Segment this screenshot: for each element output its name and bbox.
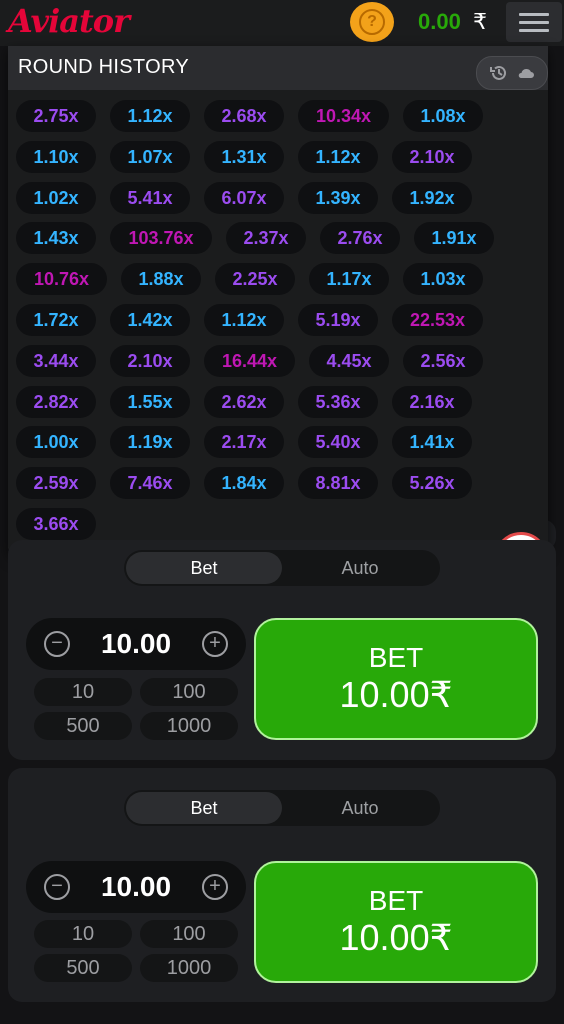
quick-amount-100[interactable]: 100	[140, 920, 238, 948]
bet-button-label: BET	[368, 885, 424, 916]
multiplier-chip[interactable]: 1.31x	[204, 141, 284, 173]
bet-mode-tabs: Bet Auto	[124, 790, 440, 826]
increase-button[interactable]: +	[202, 874, 228, 900]
multiplier-chip[interactable]: 103.76x	[110, 222, 212, 254]
multiplier-chip[interactable]: 22.53x	[392, 304, 483, 336]
bet-panel-1: Bet Auto − 10.00 + 10 100 500 1000 BET 1…	[8, 540, 556, 760]
multiplier-chip[interactable]: 10.76x	[16, 263, 107, 295]
multiplier-chip[interactable]: 5.40x	[298, 426, 378, 458]
quick-amount-10[interactable]: 10	[34, 678, 132, 706]
multiplier-chip[interactable]: 2.25x	[215, 263, 295, 295]
bet-button[interactable]: BET 10.00₹	[254, 861, 538, 983]
multiplier-chip[interactable]: 2.56x	[403, 345, 483, 377]
bet-button[interactable]: BET 10.00₹	[254, 618, 538, 740]
multiplier-chip[interactable]: 1.41x	[392, 426, 472, 458]
multiplier-chip[interactable]: 1.12x	[110, 100, 190, 132]
multiplier-chip[interactable]: 2.37x	[226, 222, 306, 254]
multiplier-grid: 2.75x 1.12x 2.68x 10.34x 1.08x 1.10x 1.07x 1.31…	[8, 90, 548, 556]
bet-button-amount: 10.00₹	[339, 674, 453, 715]
decrease-button[interactable]: −	[44, 631, 70, 657]
quick-amount-1000[interactable]: 1000	[140, 712, 238, 740]
multiplier-chip[interactable]: 4.45x	[309, 345, 389, 377]
quick-amount-100[interactable]: 100	[140, 678, 238, 706]
hamburger-icon	[519, 12, 549, 16]
multiplier-chip[interactable]: 1.39x	[298, 182, 378, 214]
multiplier-chip[interactable]: 2.17x	[204, 426, 284, 458]
multiplier-chip[interactable]: 1.92x	[392, 182, 472, 214]
multiplier-chip[interactable]: 5.26x	[392, 467, 472, 499]
multiplier-chip[interactable]: 8.81x	[298, 467, 378, 499]
bet-button-label: BET	[368, 642, 424, 673]
multiplier-chip[interactable]: 2.59x	[16, 467, 96, 499]
balance-amount: 0.00	[418, 9, 461, 34]
cloud-icon	[518, 68, 534, 78]
question-icon: ?	[359, 9, 385, 35]
multiplier-chip[interactable]: 1.10x	[16, 141, 96, 173]
multiplier-chip[interactable]: 1.88x	[121, 263, 201, 295]
decrease-button[interactable]: −	[44, 874, 70, 900]
aviator-logo[interactable]: Aviator	[8, 2, 130, 40]
top-bar: Aviator ? 0.00 ₹	[0, 0, 564, 46]
multiplier-chip[interactable]: 5.36x	[298, 386, 378, 418]
multiplier-chip[interactable]: 16.44x	[204, 345, 295, 377]
multiplier-chip[interactable]: 1.07x	[110, 141, 190, 173]
multiplier-chip[interactable]: 6.07x	[204, 182, 284, 214]
bet-amount-stepper: − 10.00 +	[26, 618, 246, 670]
bet-button-amount: 10.00₹	[339, 917, 453, 958]
multiplier-chip[interactable]: 2.16x	[392, 386, 472, 418]
multiplier-chip[interactable]: 5.19x	[298, 304, 378, 336]
bet-panel-2: Bet Auto − 10.00 + 10 100 500 1000 BET 1…	[8, 768, 556, 1002]
round-history-panel: ROUND HISTORY 2.75x 1.12x 2.68x 10.34x 1.08x…	[8, 46, 548, 556]
bet-amount-value[interactable]: 10.00	[76, 628, 196, 660]
multiplier-chip[interactable]: 1.17x	[309, 263, 389, 295]
multiplier-chip[interactable]: 7.46x	[110, 467, 190, 499]
multiplier-chip[interactable]: 2.68x	[204, 100, 284, 132]
multiplier-chip[interactable]: 1.43x	[16, 222, 96, 254]
balance-currency: ₹	[473, 9, 487, 34]
multiplier-chip[interactable]: 1.84x	[204, 467, 284, 499]
multiplier-chip[interactable]: 1.00x	[16, 426, 96, 458]
history-toggle-button[interactable]	[476, 56, 548, 90]
multiplier-chip[interactable]: 1.42x	[110, 304, 190, 336]
multiplier-chip[interactable]: 1.72x	[16, 304, 96, 336]
tab-bet[interactable]: Bet	[126, 792, 282, 824]
help-button[interactable]: ?	[350, 2, 394, 42]
quick-amount-500[interactable]: 500	[34, 954, 132, 982]
quick-amount-500[interactable]: 500	[34, 712, 132, 740]
multiplier-chip[interactable]: 1.19x	[110, 426, 190, 458]
quick-amount-1000[interactable]: 1000	[140, 954, 238, 982]
multiplier-chip[interactable]: 1.55x	[110, 386, 190, 418]
bet-amount-value[interactable]: 10.00	[76, 871, 196, 903]
quick-amount-10[interactable]: 10	[34, 920, 132, 948]
increase-button[interactable]: +	[202, 631, 228, 657]
tab-auto[interactable]: Auto	[282, 792, 438, 824]
multiplier-chip[interactable]: 1.12x	[298, 141, 378, 173]
multiplier-chip[interactable]: 1.03x	[403, 263, 483, 295]
multiplier-chip[interactable]: 2.10x	[392, 141, 472, 173]
bet-amount-stepper: − 10.00 +	[26, 861, 246, 913]
multiplier-chip[interactable]: 1.08x	[403, 100, 483, 132]
multiplier-chip[interactable]: 2.62x	[204, 386, 284, 418]
history-icon	[490, 65, 506, 80]
multiplier-chip[interactable]: 10.34x	[298, 100, 389, 132]
multiplier-chip[interactable]: 1.12x	[204, 304, 284, 336]
multiplier-chip[interactable]: 2.10x	[110, 345, 190, 377]
menu-button[interactable]	[506, 2, 562, 42]
tab-auto[interactable]: Auto	[282, 552, 438, 584]
multiplier-chip[interactable]: 1.91x	[414, 222, 494, 254]
multiplier-chip[interactable]: 3.66x	[16, 508, 96, 540]
tab-bet[interactable]: Bet	[126, 552, 282, 584]
multiplier-chip[interactable]: 2.75x	[16, 100, 96, 132]
multiplier-chip[interactable]: 5.41x	[110, 182, 190, 214]
bet-mode-tabs: Bet Auto	[124, 550, 440, 586]
multiplier-chip[interactable]: 2.76x	[320, 222, 400, 254]
multiplier-chip[interactable]: 3.44x	[16, 345, 96, 377]
multiplier-chip[interactable]: 1.02x	[16, 182, 96, 214]
multiplier-chip[interactable]: 2.82x	[16, 386, 96, 418]
round-history-title: ROUND HISTORY	[18, 56, 189, 78]
